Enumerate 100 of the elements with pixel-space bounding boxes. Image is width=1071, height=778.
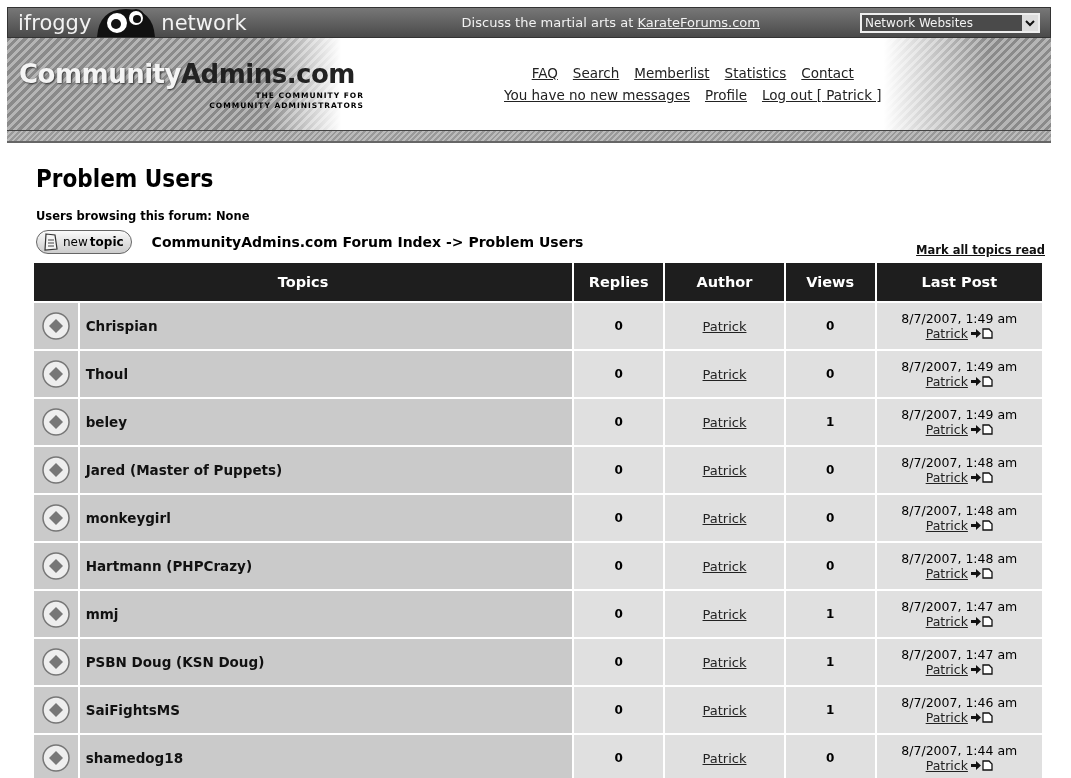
author-link[interactable]: Patrick — [925, 374, 968, 389]
column-header: Replies — [574, 263, 664, 301]
author-link[interactable]: Patrick — [702, 318, 747, 334]
last-post-date: 8/7/2007, 1:46 am — [900, 695, 1019, 710]
topic-link[interactable]: PSBN Doug (KSN Doug) — [85, 654, 265, 670]
topic-status-icon — [40, 503, 71, 533]
author-link[interactable]: Patrick — [702, 702, 747, 718]
author-link[interactable]: Patrick — [925, 326, 968, 341]
mark-read-link[interactable]: Mark all topics read — [916, 243, 1045, 257]
new-topic-button[interactable]: new topic — [36, 230, 132, 254]
topic-link[interactable]: Jared (Master of Puppets) — [85, 462, 283, 478]
nav-link[interactable]: Statistics — [724, 65, 787, 81]
author-link[interactable]: Patrick — [925, 518, 968, 533]
network-select[interactable]: Network Websites — [860, 12, 1040, 33]
table-cell: 0 — [785, 495, 875, 541]
topic-link[interactable]: SaiFightsMS — [85, 702, 180, 718]
go-to-post-icon[interactable] — [970, 664, 993, 675]
go-to-post-icon[interactable] — [970, 760, 993, 771]
go-to-post-icon[interactable] — [970, 376, 993, 387]
table-cell: 0 — [785, 303, 875, 349]
nav-link[interactable]: You have no new messages — [504, 87, 690, 103]
promo-text: Discuss the martial arts at — [461, 15, 635, 30]
topic-link[interactable]: Thoul — [85, 366, 128, 382]
nav-link[interactable]: FAQ — [531, 65, 558, 81]
author-link[interactable]: Patrick — [702, 414, 747, 430]
topic-status-icon — [40, 743, 71, 773]
last-post-date: 8/7/2007, 1:47 am — [900, 599, 1019, 614]
go-to-post-icon[interactable] — [970, 712, 993, 723]
topic-status-icon — [40, 407, 71, 437]
table-cell: 0 — [574, 687, 664, 733]
table-cell: 1 — [785, 687, 875, 733]
topic-link[interactable]: shamedog18 — [85, 750, 184, 766]
topic-link[interactable]: Chrispian — [85, 318, 158, 334]
author-link[interactable]: Patrick — [925, 710, 968, 725]
table-cell: 0 — [574, 351, 664, 397]
topic-link[interactable]: mmj — [85, 606, 119, 622]
note-icon — [41, 232, 61, 252]
table-cell: 0 — [574, 399, 664, 445]
topic-status-icon — [40, 647, 71, 677]
author-link[interactable]: Patrick — [702, 462, 747, 478]
author-link[interactable]: Patrick — [925, 566, 968, 581]
column-header: Author — [665, 263, 784, 301]
go-to-post-icon[interactable] — [970, 328, 993, 339]
promo-link[interactable]: KarateForums.com — [637, 15, 760, 30]
go-to-post-icon[interactable] — [970, 568, 993, 579]
nav-link[interactable]: Search — [572, 65, 620, 81]
last-post-date: 8/7/2007, 1:49 am — [900, 311, 1019, 326]
author-link[interactable]: Patrick — [702, 750, 747, 766]
last-post-date: 8/7/2007, 1:48 am — [900, 503, 1019, 518]
frog-eyes-icon — [95, 7, 158, 37]
topic-status-icon — [40, 359, 71, 389]
topic-status-icon — [40, 455, 71, 485]
nav-link[interactable]: Profile — [705, 87, 747, 103]
author-link[interactable]: Patrick — [702, 558, 747, 574]
topic-status-icon — [40, 599, 71, 629]
author-link[interactable]: Patrick — [925, 662, 968, 677]
column-header: Topics — [34, 263, 573, 301]
go-to-post-icon[interactable] — [970, 424, 993, 435]
table-cell: 0 — [785, 735, 875, 778]
nav-link[interactable]: Memberlist — [634, 65, 710, 81]
author-link[interactable]: Patrick — [702, 366, 747, 382]
table-cell: 1 — [785, 399, 875, 445]
topic-status-icon — [40, 695, 71, 725]
table-cell: 0 — [574, 303, 664, 349]
author-link[interactable]: Patrick — [702, 606, 747, 622]
nav-link[interactable]: Log out [ Patrick ] — [761, 87, 882, 103]
topic-link[interactable]: Hartmann (PHPCrazy) — [85, 558, 253, 574]
browsing-info: Users browsing this forum: None — [36, 209, 251, 223]
topic-link[interactable]: monkeygirl — [85, 510, 171, 526]
forum-title: Problem Users — [36, 165, 215, 193]
table-cell: 0 — [574, 495, 664, 541]
last-post-date: 8/7/2007, 1:49 am — [900, 359, 1019, 374]
site-logo[interactable]: CommunityAdmins.com — [19, 57, 359, 91]
column-header: Views — [785, 263, 875, 301]
table-cell: 0 — [785, 447, 875, 493]
last-post-date: 8/7/2007, 1:48 am — [900, 455, 1019, 470]
table-cell: 0 — [785, 351, 875, 397]
last-post-date: 8/7/2007, 1:44 am — [900, 743, 1019, 758]
brand-text: ifroggy — [18, 10, 92, 37]
author-link[interactable]: Patrick — [925, 758, 968, 773]
table-cell: 1 — [785, 591, 875, 637]
topic-status-icon — [40, 551, 71, 581]
go-to-post-icon[interactable] — [970, 616, 993, 627]
author-link[interactable]: Patrick — [702, 510, 747, 526]
table-cell: 0 — [785, 543, 875, 589]
author-link[interactable]: Patrick — [702, 654, 747, 670]
table-cell: 0 — [574, 543, 664, 589]
brand-text: network — [161, 10, 247, 37]
topic-link[interactable]: beley — [85, 414, 128, 430]
author-link[interactable]: Patrick — [925, 470, 968, 485]
table-cell: 1 — [785, 639, 875, 685]
author-link[interactable]: Patrick — [925, 422, 968, 437]
table-cell: 0 — [574, 591, 664, 637]
column-header: Last Post — [876, 263, 1042, 301]
nav-link[interactable]: Contact — [801, 65, 854, 81]
go-to-post-icon[interactable] — [970, 520, 993, 531]
table-cell: 0 — [574, 735, 664, 778]
go-to-post-icon[interactable] — [970, 472, 993, 483]
last-post-date: 8/7/2007, 1:47 am — [900, 647, 1019, 662]
author-link[interactable]: Patrick — [925, 614, 968, 629]
